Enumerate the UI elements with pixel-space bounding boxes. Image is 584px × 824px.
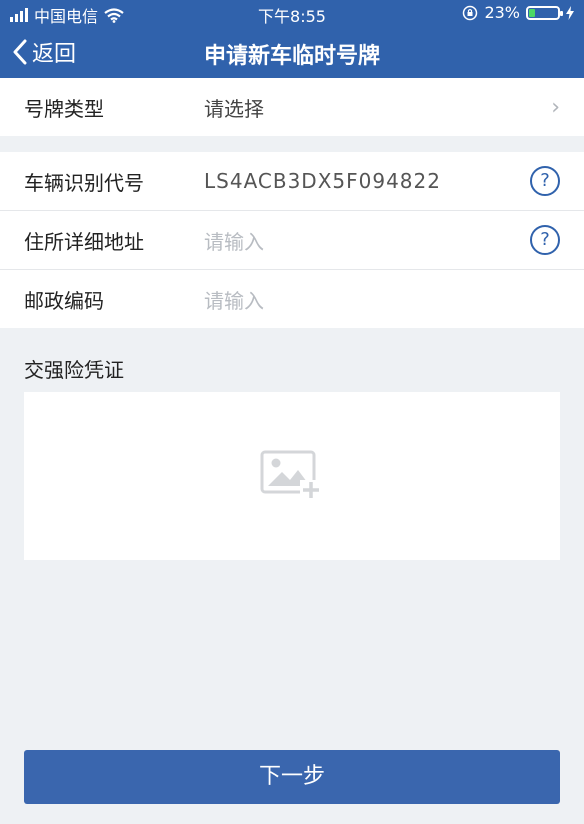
back-button[interactable]: 返回	[12, 36, 76, 68]
plate-type-select[interactable]: 请选择	[204, 93, 264, 122]
address-help-icon[interactable]: ?	[530, 225, 560, 255]
plate-type-label: 号牌类型	[24, 96, 104, 121]
postcode-row: 邮政编码 请输入	[0, 270, 584, 328]
insurance-section-title: 交强险凭证	[24, 358, 124, 382]
chevron-right-icon: ›	[551, 94, 560, 120]
battery-percent: 23%	[484, 3, 520, 22]
postcode-input[interactable]: 请输入	[204, 285, 264, 314]
vin-help-icon[interactable]: ?	[530, 166, 560, 196]
address-label: 住所详细地址	[24, 229, 144, 254]
battery-icon	[526, 5, 563, 20]
status-bar: 中国电信 下午8:55 23%	[0, 0, 584, 26]
address-input[interactable]: 请输入	[204, 226, 264, 255]
back-label: 返回	[32, 42, 77, 67]
page-title: 申请新车临时号牌	[203, 44, 380, 69]
status-right: 23%	[462, 3, 574, 22]
next-step-button[interactable]: 下一步	[24, 750, 560, 804]
plate-type-group: 号牌类型 请选择 ›	[0, 78, 584, 136]
orientation-lock-icon	[463, 5, 478, 20]
vin-value: LS4ACB3DX5F094822	[204, 169, 441, 193]
charging-icon	[566, 5, 574, 20]
vin-row: 车辆识别代号 LS4ACB3DX5F094822 ?	[0, 152, 584, 211]
add-image-icon	[260, 450, 322, 500]
address-row: 住所详细地址 请输入 ?	[0, 211, 584, 270]
back-chevron-icon	[13, 39, 27, 65]
postcode-label: 邮政编码	[24, 288, 104, 313]
vin-label: 车辆识别代号	[24, 170, 144, 195]
insurance-upload-area[interactable]	[24, 392, 560, 560]
vehicle-form-group: 车辆识别代号 LS4ACB3DX5F094822 ? 住所详细地址 请输入 ? …	[0, 152, 584, 328]
navigation-bar: 返回 申请新车临时号牌	[0, 26, 584, 78]
plate-type-row[interactable]: 号牌类型 请选择 ›	[0, 78, 584, 136]
